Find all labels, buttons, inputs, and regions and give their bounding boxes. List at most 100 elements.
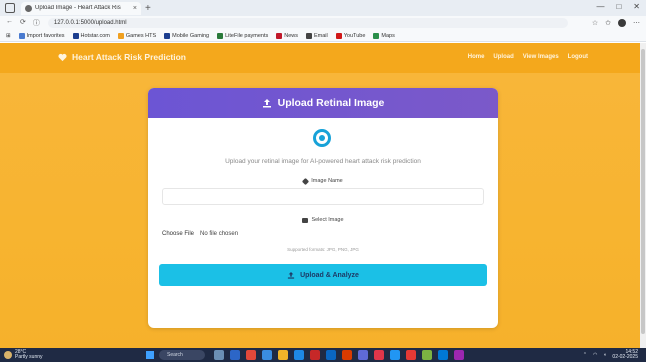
taskbar-app-icon[interactable] xyxy=(294,350,304,360)
taskbar-app-icon[interactable] xyxy=(422,350,432,360)
address-right-tools: ☆ ✩ ⋯ xyxy=(592,19,640,27)
image-icon xyxy=(302,217,309,223)
tag-icon xyxy=(302,177,310,185)
page-scrollbar[interactable] xyxy=(640,43,646,348)
taskbar: 28°C Partly sunny Search ⌃ ◠ ◖ 14:52 02-… xyxy=(0,348,646,362)
taskbar-app-icon[interactable] xyxy=(214,350,224,360)
nav-link-logout[interactable]: Logout xyxy=(568,54,588,60)
weather-icon xyxy=(4,351,12,359)
taskbar-app-icon[interactable] xyxy=(342,350,352,360)
card-subtitle: Upload your retinal image for AI-powered… xyxy=(225,158,421,165)
card-title: Upload Retinal Image xyxy=(277,97,385,109)
taskbar-app-icon[interactable] xyxy=(310,350,320,360)
bookmark-item[interactable]: Mobile Gaming xyxy=(164,32,209,39)
taskbar-app-icon[interactable] xyxy=(438,350,448,360)
choose-file-button[interactable]: Choose File xyxy=(162,231,194,237)
clock-date: 02-02-2025 xyxy=(612,354,638,360)
bookmark-icon xyxy=(164,32,171,39)
volume-icon[interactable]: ◖ xyxy=(603,352,606,358)
bookmark-icon xyxy=(18,32,25,39)
bookmark-icon xyxy=(217,32,224,39)
favorites-icon[interactable]: ✩ xyxy=(605,19,611,27)
address-bar-row: ← ⟳ ⓘ 127.0.0.1:5000/upload.html ☆ ✩ ⋯ xyxy=(0,16,646,30)
upload-icon xyxy=(287,271,295,279)
bookmark-item[interactable]: Import favorites xyxy=(18,32,65,39)
maximize-icon[interactable]: □ xyxy=(616,2,621,11)
tab-favicon-icon xyxy=(25,4,32,12)
taskbar-app-icon[interactable] xyxy=(262,350,272,360)
supported-formats: Supported formats: JPG, PNG, JPG xyxy=(287,247,359,252)
bookmark-item[interactable]: YouTube xyxy=(335,32,365,39)
weather-desc: Partly sunny xyxy=(15,354,43,360)
minimize-icon[interactable]: — xyxy=(596,2,604,11)
taskbar-app-icon[interactable] xyxy=(390,350,400,360)
bookmark-item[interactable]: Email xyxy=(306,32,328,39)
start-icon[interactable] xyxy=(146,351,154,359)
close-window-icon[interactable]: ✕ xyxy=(633,2,640,11)
bookmark-icon xyxy=(306,32,312,39)
tab-close-icon[interactable]: × xyxy=(133,5,137,12)
browser-titlebar: Upload Image - Heart Attack Ris × + — □ … xyxy=(0,0,646,16)
taskbar-app-icon[interactable] xyxy=(358,350,368,360)
select-image-label-text: Select Image xyxy=(311,217,344,223)
image-name-label-text: Image Name xyxy=(311,178,343,184)
wifi-icon[interactable]: ◠ xyxy=(593,352,597,358)
taskbar-app-icon[interactable] xyxy=(278,350,288,360)
apps-icon[interactable]: ⊞ xyxy=(6,33,11,39)
read-aloud-icon[interactable]: ☆ xyxy=(592,19,598,27)
back-icon[interactable]: ← xyxy=(6,18,13,28)
nav-controls: ← ⟳ ⓘ xyxy=(6,18,40,28)
taskbar-app-icon[interactable] xyxy=(454,350,464,360)
more-icon[interactable]: ⋯ xyxy=(633,19,640,27)
taskbar-apps xyxy=(214,350,464,360)
nav-link-home[interactable]: Home xyxy=(468,54,485,60)
image-name-input[interactable] xyxy=(162,188,484,205)
clock[interactable]: 14:52 02-02-2025 xyxy=(612,350,638,360)
nav-links: Home Upload View Images Logout xyxy=(468,54,588,60)
card-header: Upload Retinal Image xyxy=(148,88,498,118)
bookmark-item[interactable]: News xyxy=(276,32,298,39)
bookmarks-bar: ⊞ Import favorites Hotstar.com Games HTS… xyxy=(0,30,646,42)
chevron-up-icon[interactable]: ⌃ xyxy=(583,352,587,358)
new-tab-icon[interactable]: + xyxy=(145,3,151,14)
taskbar-app-icon[interactable] xyxy=(246,350,256,360)
heart-icon xyxy=(58,53,67,61)
taskbar-app-icon[interactable] xyxy=(374,350,384,360)
file-input[interactable]: Choose File No file chosen xyxy=(162,227,484,241)
upload-icon xyxy=(262,99,271,108)
bookmark-icon xyxy=(335,32,342,39)
scrollbar-thumb[interactable] xyxy=(641,49,645,334)
upload-analyze-label: Upload & Analyze xyxy=(300,271,359,279)
taskbar-app-icon[interactable] xyxy=(230,350,240,360)
bookmark-icon xyxy=(72,32,79,39)
nav-link-upload[interactable]: Upload xyxy=(493,54,513,60)
bookmark-icon xyxy=(117,32,124,39)
bookmark-icon xyxy=(373,32,380,39)
upload-analyze-button[interactable]: Upload & Analyze xyxy=(159,264,487,286)
nav-link-view-images[interactable]: View Images xyxy=(523,54,559,60)
eye-icon xyxy=(313,129,331,147)
taskbar-app-icon[interactable] xyxy=(326,350,336,360)
no-file-text: No file chosen xyxy=(200,231,239,237)
profile-avatar[interactable] xyxy=(618,19,626,27)
image-name-label: Image Name xyxy=(148,177,498,185)
brand-label: Heart Attack Risk Prediction xyxy=(72,52,186,62)
info-icon[interactable]: ⓘ xyxy=(33,18,40,28)
bookmark-item[interactable]: LiteFile payments xyxy=(217,32,268,39)
bookmark-item[interactable]: Hotstar.com xyxy=(72,32,110,39)
taskbar-app-icon[interactable] xyxy=(406,350,416,360)
site-navbar: Heart Attack Risk Prediction Home Upload… xyxy=(0,43,640,73)
taskbar-search[interactable]: Search xyxy=(159,350,205,360)
bookmark-item[interactable]: Maps xyxy=(373,32,395,39)
tab-title: Upload Image - Heart Attack Ris xyxy=(35,5,121,11)
refresh-icon[interactable]: ⟳ xyxy=(20,18,26,28)
bookmark-item[interactable]: Games HTS xyxy=(117,32,156,39)
select-image-label: Select Image xyxy=(148,217,498,223)
url-field[interactable]: 127.0.0.1:5000/upload.html xyxy=(47,18,568,28)
page-content: Heart Attack Risk Prediction Home Upload… xyxy=(0,43,640,348)
window-menu-icon[interactable] xyxy=(5,3,15,13)
site-brand[interactable]: Heart Attack Risk Prediction xyxy=(58,52,186,62)
bookmark-icon xyxy=(276,32,283,39)
browser-tab[interactable]: Upload Image - Heart Attack Ris × xyxy=(21,1,141,15)
weather-widget[interactable]: 28°C Partly sunny xyxy=(4,350,43,360)
